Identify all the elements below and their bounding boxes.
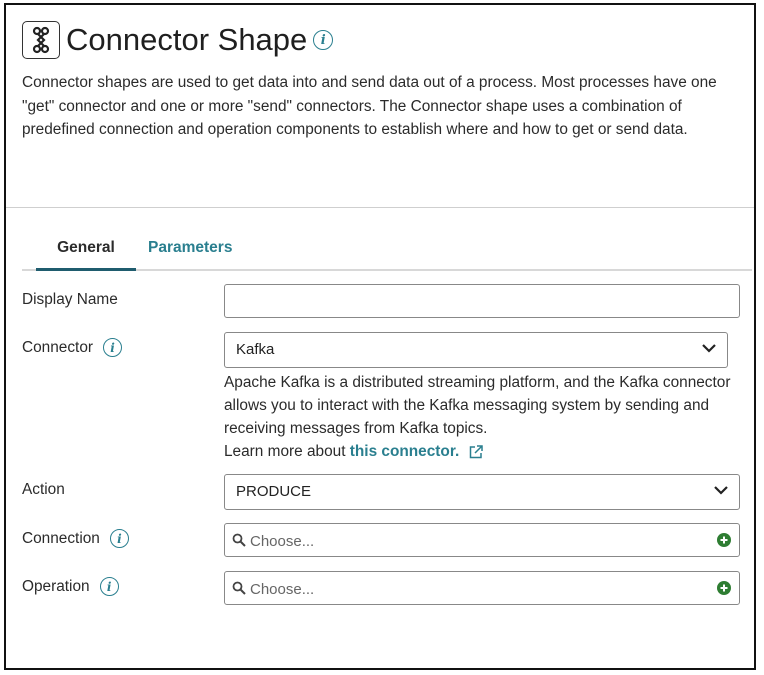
display-name-label: Display Name: [22, 291, 118, 308]
action-select[interactable]: PRODUCE: [224, 474, 740, 510]
operation-label-row: Operation i: [22, 577, 119, 596]
divider: [6, 207, 754, 208]
external-link-icon[interactable]: [468, 444, 484, 460]
connector-select[interactable]: Kafka: [224, 332, 728, 368]
operation-info-icon[interactable]: i: [99, 577, 119, 596]
learn-more-prefix: Learn more about: [224, 443, 346, 460]
search-icon: [232, 581, 246, 595]
connection-info-icon[interactable]: i: [109, 529, 129, 548]
connector-label-row: Connector i: [22, 338, 123, 357]
connector-label: Connector: [22, 338, 94, 356]
chevron-down-icon: [714, 486, 728, 495]
connection-chooser: [224, 523, 740, 557]
connector-help: Apache Kafka is a distributed streaming …: [224, 371, 734, 463]
operation-search-input[interactable]: [250, 578, 690, 600]
search-icon: [232, 533, 246, 547]
action-label: Action: [22, 481, 65, 498]
add-connection-icon[interactable]: [717, 533, 731, 547]
tab-general[interactable]: General: [36, 239, 136, 271]
chevron-down-icon: [702, 344, 716, 353]
page-description: Connector shapes are used to get data in…: [22, 74, 717, 138]
connector-shape-panel: Connector Shape i Connector shapes are u…: [4, 3, 756, 670]
connection-search-input[interactable]: [250, 530, 690, 552]
connection-label-row: Connection i: [22, 529, 129, 548]
operation-label: Operation: [22, 577, 90, 595]
display-name-field[interactable]: [224, 284, 740, 318]
action-selected-value: PRODUCE: [236, 483, 312, 500]
header: Connector Shape i: [22, 21, 334, 59]
connector-help-text: Apache Kafka is a distributed streaming …: [224, 374, 731, 437]
info-icon[interactable]: i: [313, 30, 334, 50]
connector-doc-link[interactable]: this connector.: [350, 443, 459, 460]
connector-shape-icon: [22, 21, 60, 59]
connector-selected-value: Kafka: [236, 341, 275, 358]
page-title: Connector Shape: [66, 22, 308, 57]
tab-bar: General Parameters: [22, 233, 752, 271]
connection-label: Connection: [22, 529, 100, 547]
tab-parameters[interactable]: Parameters: [148, 239, 232, 267]
operation-chooser: [224, 571, 740, 605]
add-operation-icon[interactable]: [717, 581, 731, 595]
connector-info-icon[interactable]: i: [103, 338, 123, 357]
